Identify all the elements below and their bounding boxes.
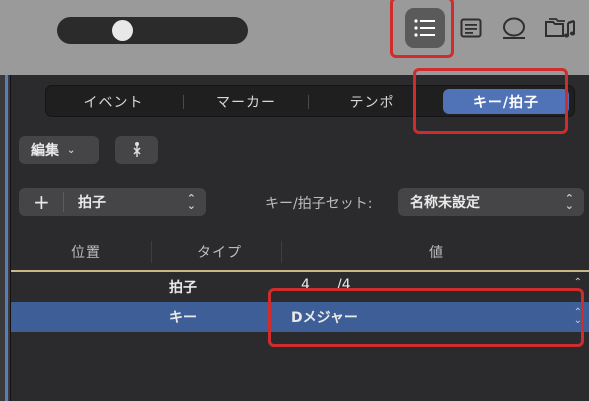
chevron-down-icon: ⌄ <box>67 144 76 156</box>
tab-tempo[interactable]: テンポ <box>311 89 433 114</box>
add-event-group: + 拍子 ⌃ ⌄ <box>19 188 206 216</box>
tab-key-signature[interactable]: キー/拍子 <box>443 89 569 114</box>
key-sig-set-value: 名称未設定 <box>410 195 480 211</box>
zoom-slider[interactable] <box>57 17 248 44</box>
edit-menu-label: 編集 <box>31 143 59 159</box>
loop-browser-button[interactable] <box>494 8 534 48</box>
row-type: 拍子 <box>169 280 197 296</box>
add-button[interactable]: + <box>33 190 63 214</box>
row-value-denominator[interactable]: /4 <box>337 277 351 293</box>
zoom-slider-knob[interactable] <box>112 20 134 41</box>
tab-divider <box>183 95 184 109</box>
notepad-icon <box>460 18 482 38</box>
tab-divider <box>308 95 309 109</box>
row-value-numerator[interactable]: 4 <box>301 277 310 293</box>
row-type: キー <box>169 310 197 326</box>
loop-browser-icon <box>503 17 525 39</box>
list-editors-button[interactable] <box>405 8 445 48</box>
tab-markers[interactable]: マーカー <box>186 89 306 114</box>
table-row-selected[interactable]: キー Dメジャー ⌃ ⌄ <box>11 302 589 332</box>
catch-button[interactable] <box>115 136 158 164</box>
popup-stepper-icon: ⌃ ⌄ <box>186 192 196 212</box>
column-header-type[interactable]: タイプ <box>197 242 242 262</box>
browsers-icon <box>545 18 576 38</box>
add-divider <box>63 192 64 212</box>
list-editor-panel: イベント マーカー テンポ キー/拍子 編集 ⌄ + 拍子 ⌃ ⌄ キー/拍子セッ… <box>10 75 589 401</box>
row-value[interactable]: Dメジャー <box>291 307 358 327</box>
column-header-position[interactable]: 位置 <box>71 242 101 262</box>
track-edge-strip <box>0 75 10 401</box>
column-header-value[interactable]: 値 <box>429 242 444 262</box>
column-divider <box>151 241 152 263</box>
list-editors-icon <box>414 19 435 37</box>
edit-menu[interactable]: 編集 ⌄ <box>19 136 99 164</box>
table-row[interactable]: 拍子 4 /4 ⌃ <box>11 272 589 302</box>
key-sig-set-label: キー/拍子セット: <box>265 196 373 212</box>
event-type-popup[interactable]: 拍子 <box>78 192 187 212</box>
value-stepper-icon[interactable]: ⌃ <box>574 278 582 288</box>
tab-events[interactable]: イベント <box>46 89 181 114</box>
column-header-row: 位置 タイプ 値 <box>11 234 589 270</box>
catch-playhead-icon <box>132 142 141 157</box>
value-stepper-icon[interactable]: ⌃ ⌄ <box>574 308 582 326</box>
popup-stepper-icon: ⌃ ⌄ <box>564 192 574 212</box>
column-divider <box>281 241 282 263</box>
browsers-button[interactable] <box>540 8 580 48</box>
control-bar <box>0 0 589 75</box>
key-sig-set-popup[interactable]: 名称未設定 ⌃ ⌄ <box>398 188 584 216</box>
notepad-button[interactable] <box>451 8 491 48</box>
list-editor-tabs: イベント マーカー テンポ キー/拍子 <box>45 85 575 117</box>
